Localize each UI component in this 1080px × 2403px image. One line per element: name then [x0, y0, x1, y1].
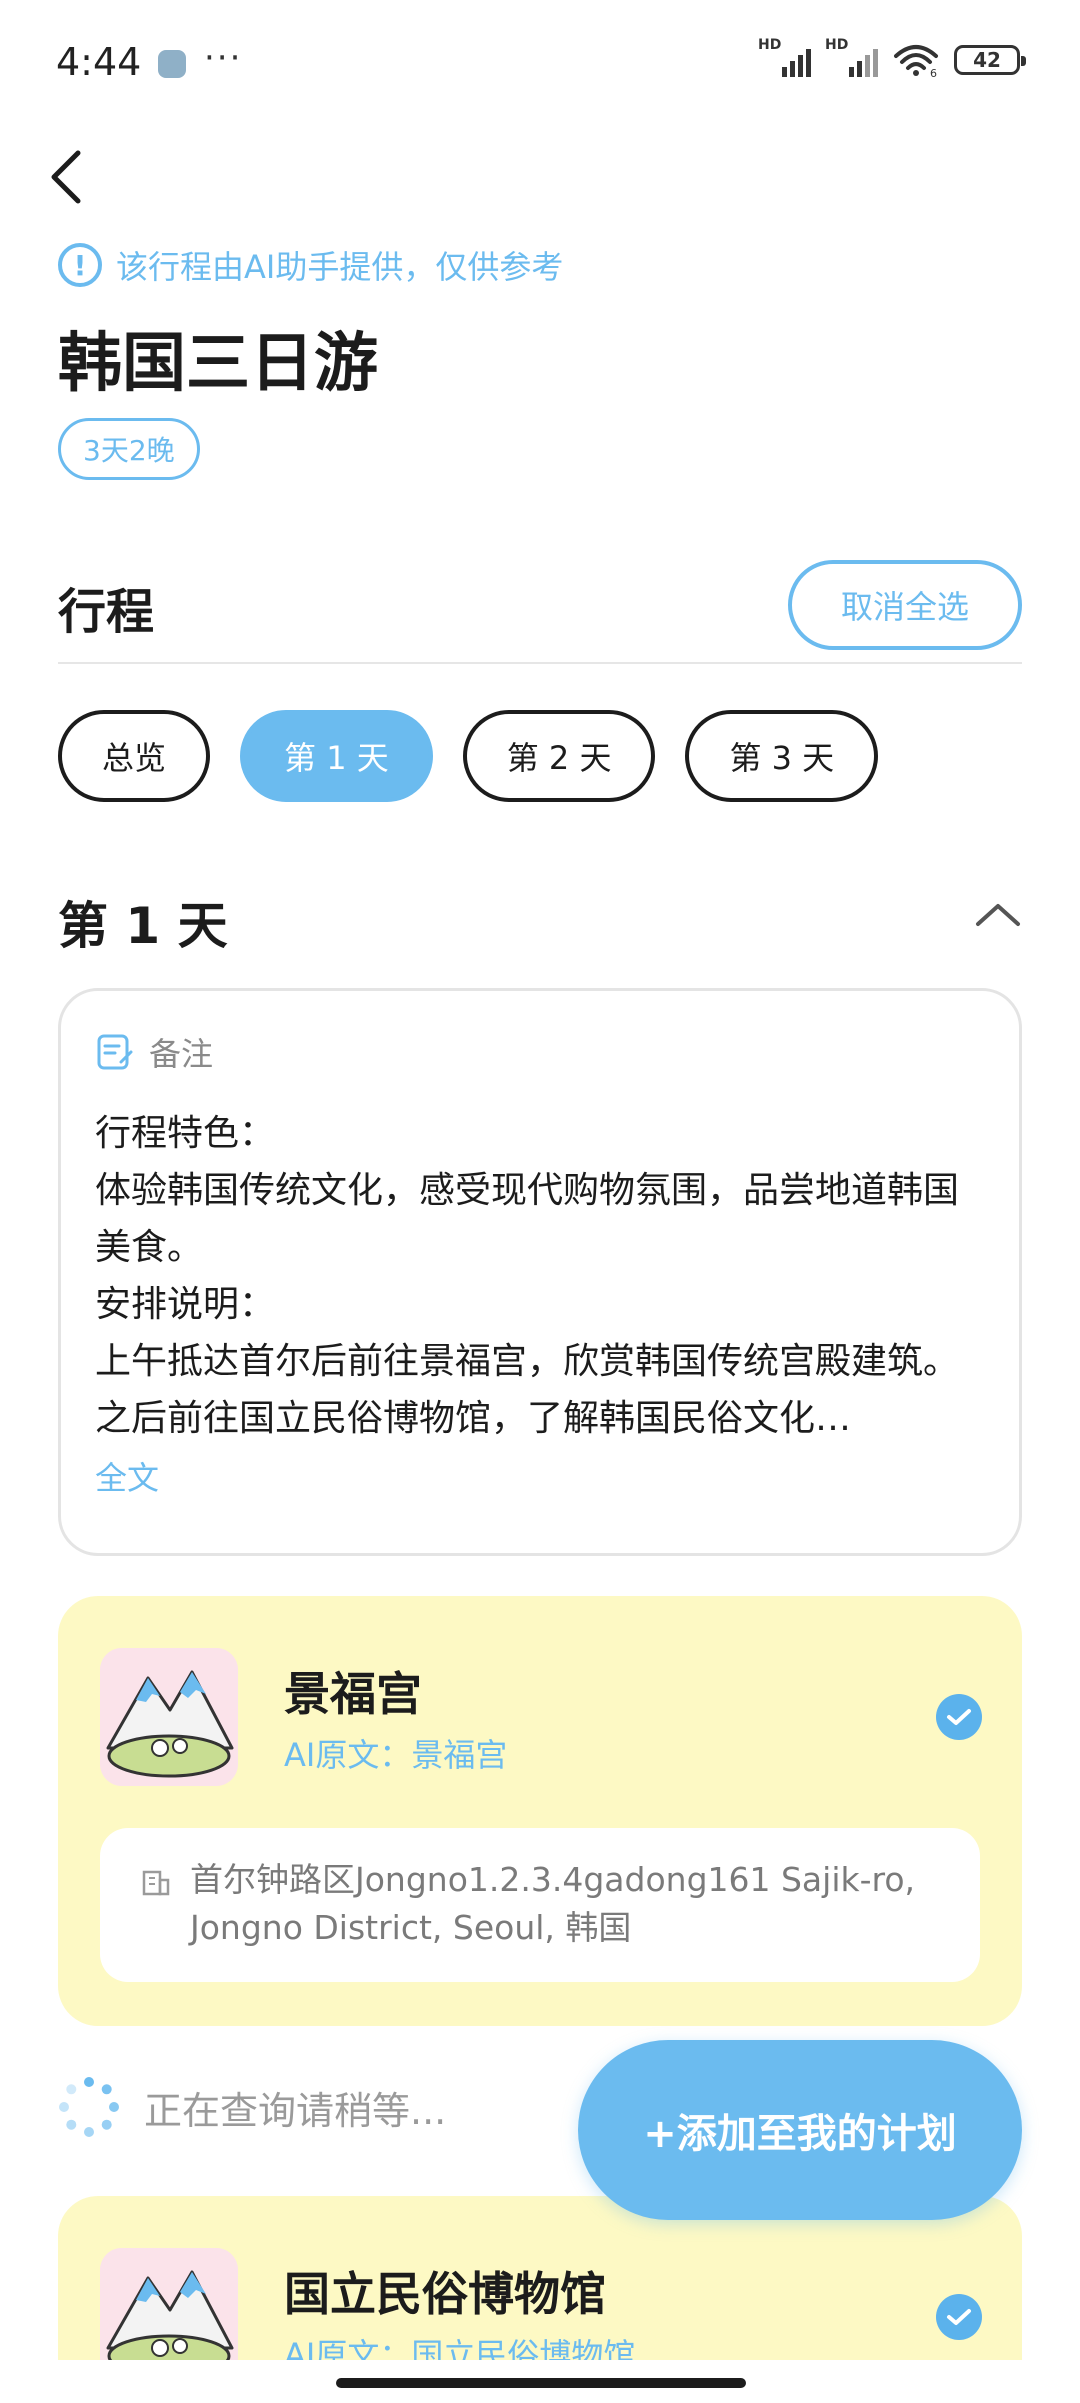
loading-spinner-icon	[59, 2077, 119, 2137]
notes-header: 备注	[95, 1029, 985, 1075]
mountain-thumbnail-icon	[100, 1648, 238, 1786]
day-title: 第 1 天	[58, 897, 228, 955]
poi-ai-original: AI原文：景福宫	[284, 1736, 508, 1774]
signal-hd-label: HD	[758, 37, 782, 53]
signal-hd-label-2: HD	[825, 37, 849, 53]
page-title: 韩国三日游	[58, 327, 378, 401]
notes-card: 备注 行程特色： 体验韩国传统文化，感受现代购物氛围，品尝地道韩国美食。 安排说…	[58, 988, 1022, 1556]
tab-day-2[interactable]: 第 2 天	[462, 710, 656, 802]
poi-name-2: 国立民俗博物馆	[284, 2267, 606, 2321]
itinerary-header: 行程 取消全选	[58, 560, 1022, 664]
status-time: 4:44	[56, 40, 142, 84]
read-full-link[interactable]: 全文	[95, 1453, 985, 1499]
loading-indicator: 正在查询请稍等...	[58, 2076, 446, 2138]
tab-overview[interactable]: 总览	[58, 710, 211, 802]
ai-notice-text: 该行程由AI助手提供，仅供参考	[116, 248, 564, 286]
deselect-all-button[interactable]: 取消全选	[788, 560, 1022, 650]
day-header[interactable]: 第 1 天	[58, 886, 1022, 956]
back-button[interactable]	[48, 142, 108, 212]
poi-address: 首尔钟路区Jongno1.2.3.4gadong161 Sajik-ro, Jo…	[190, 1860, 916, 1947]
note-icon	[97, 1034, 133, 1070]
loading-text: 正在查询请稍等...	[144, 2088, 447, 2133]
status-icons: HD HD 6 42	[758, 37, 1026, 78]
ai-notice: ! 该行程由AI助手提供，仅供参考	[58, 242, 563, 288]
status-bar: 4:44 ··· HD HD 6 42	[0, 0, 1080, 130]
wifi-icon: 6	[892, 42, 940, 78]
poi-address-box: 首尔钟路区Jongno1.2.3.4gadong161 Sajik-ro, Jo…	[100, 1828, 980, 1982]
tab-day-3[interactable]: 第 3 天	[685, 710, 879, 802]
add-to-plan-button[interactable]: +添加至我的计划	[578, 2040, 1022, 2220]
checkmark-icon-2[interactable]	[936, 2294, 982, 2340]
signal-icon-2: HD	[825, 37, 878, 77]
poi-name: 景福宫	[284, 1667, 422, 1721]
home-indicator[interactable]	[336, 2378, 746, 2388]
more-notifications-icon: ···	[204, 38, 243, 78]
battery-level: 42	[973, 48, 1001, 72]
day-tabs: 总览 第 1 天 第 2 天 第 3 天	[58, 710, 879, 802]
building-icon	[142, 1870, 170, 1896]
wechat-notification-icon	[158, 50, 186, 78]
wifi-sub-label: 6	[930, 67, 937, 78]
notes-label: 备注	[149, 1035, 214, 1073]
checkmark-icon[interactable]	[936, 1694, 982, 1740]
battery-icon: 42	[954, 45, 1026, 75]
duration-badge: 3天2晚	[58, 418, 200, 480]
itinerary-title: 行程	[58, 584, 155, 640]
signal-icon: HD	[758, 37, 811, 77]
poi-card[interactable]: 景福宫 AI原文：景福宫 首尔钟路区Jongno1.2.3.4gadong161…	[58, 1596, 1022, 2026]
tab-day-1[interactable]: 第 1 天	[240, 710, 433, 802]
chevron-left-icon	[51, 150, 81, 204]
info-icon: !	[58, 243, 102, 287]
chevron-up-icon[interactable]	[974, 900, 1022, 928]
notes-text: 行程特色： 体验韩国传统文化，感受现代购物氛围，品尝地道韩国美食。 安排说明： …	[95, 1113, 960, 1439]
